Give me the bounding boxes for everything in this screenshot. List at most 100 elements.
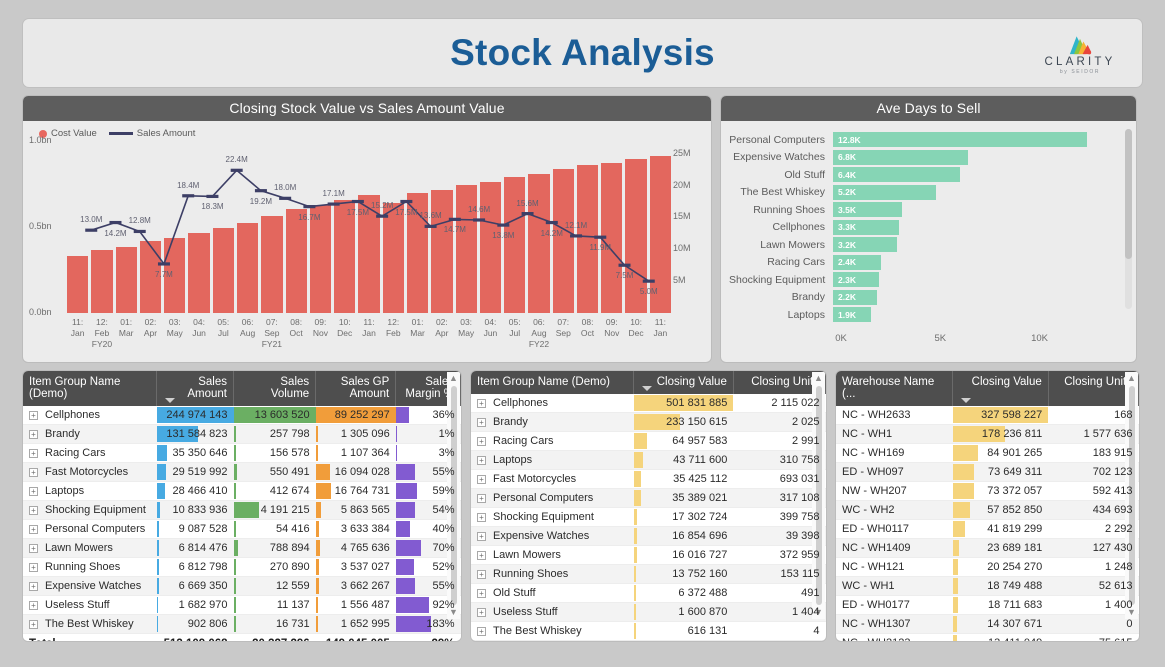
- ave-days-bar[interactable]: 6.8K: [833, 149, 968, 165]
- ave-days-bar[interactable]: 12.8K: [833, 132, 1088, 148]
- ave-days-row[interactable]: Expensive Watches 6.8K: [729, 149, 1122, 167]
- table-row[interactable]: + Running Shoes 6 812 798 270 890 3 537 027 5…: [23, 557, 461, 577]
- row-expander-icon[interactable]: +: [477, 550, 486, 560]
- table-row[interactable]: NC - WH1 178 236 811 1 577 636: [836, 424, 1139, 444]
- table-row[interactable]: + Lawn Mowers 16 016 727 372 959: [471, 545, 826, 565]
- col-sales-amount[interactable]: Sales Amount: [156, 371, 235, 406]
- ave-days-row[interactable]: The Best Whiskey 5.2K: [729, 184, 1122, 202]
- col-sales-volume[interactable]: Sales Volume: [233, 371, 317, 406]
- table-row[interactable]: WC - WH2 57 852 850 434 693: [836, 500, 1139, 520]
- row-expander-icon[interactable]: +: [477, 398, 486, 408]
- table-row[interactable]: + Fast Motorcycles 35 425 112 693 031: [471, 469, 826, 489]
- scroll-up-icon[interactable]: ▲: [1127, 374, 1136, 383]
- row-expander-icon[interactable]: +: [477, 626, 486, 636]
- ave-days-scroll-thumb[interactable]: [1125, 129, 1132, 259]
- table-row[interactable]: + Cellphones 501 831 885 2 115 022: [471, 394, 826, 413]
- row-expander-icon[interactable]: +: [29, 524, 38, 534]
- row-expander-icon[interactable]: +: [29, 486, 38, 496]
- ave-days-bar[interactable]: 2.3K: [833, 272, 879, 288]
- row-expander-icon[interactable]: +: [29, 467, 38, 477]
- col-item-group-name[interactable]: Item Group Name (Demo): [471, 371, 635, 394]
- row-expander-icon[interactable]: +: [477, 436, 486, 446]
- table-row[interactable]: NC - WH1409 23 689 181 127 430: [836, 538, 1139, 558]
- table-row[interactable]: NC - WH121 20 254 270 1 248: [836, 557, 1139, 577]
- table-row[interactable]: NC - WH169 84 901 265 183 915: [836, 443, 1139, 463]
- ave-days-row[interactable]: Laptops 1.9K: [729, 306, 1122, 324]
- table-row[interactable]: + Brandy 233 150 615 2 025: [471, 412, 826, 432]
- col-item-group-name[interactable]: Item Group Name (Demo): [23, 371, 157, 406]
- ave-days-row[interactable]: Brandy 2.2K: [729, 289, 1122, 307]
- ave-days-bar[interactable]: 2.2K: [833, 289, 877, 305]
- ave-days-row[interactable]: Old Stuff 6.4K: [729, 166, 1122, 184]
- row-expander-icon[interactable]: +: [29, 448, 38, 458]
- ave-days-row[interactable]: Running Shoes 3.5K: [729, 201, 1122, 219]
- row-expander-icon[interactable]: +: [477, 474, 486, 484]
- table-row[interactable]: NC - WH2123 13 411 049 75 615: [836, 633, 1139, 641]
- table-row[interactable]: + Cellphones 244 974 143 13 603 520 89 252 2…: [23, 406, 461, 425]
- row-expander-icon[interactable]: +: [477, 588, 486, 598]
- table-row[interactable]: + Running Shoes 13 752 160 153 115: [471, 564, 826, 584]
- table-row[interactable]: + Laptops 43 711 600 310 758: [471, 450, 826, 470]
- table-row[interactable]: + Lawn Mowers 6 814 476 788 894 4 765 636 70%: [23, 538, 461, 558]
- row-expander-icon[interactable]: +: [29, 505, 38, 515]
- table-row[interactable]: NW - WH207 73 372 057 592 413: [836, 481, 1139, 501]
- ave-days-row[interactable]: Racing Cars 2.4K: [729, 254, 1122, 272]
- col-closing-value[interactable]: Closing Value: [633, 371, 734, 394]
- table-row[interactable]: + Brandy 131 584 823 257 798 1 305 096 1%: [23, 424, 461, 444]
- table-row[interactable]: + Racing Cars 35 350 646 156 578 1 107 364 3%: [23, 443, 461, 463]
- table-row[interactable]: + Laptops 28 466 410 412 674 16 764 731 59%: [23, 481, 461, 501]
- table-row[interactable]: ED - WH0177 18 711 683 1 400: [836, 595, 1139, 615]
- ave-days-row[interactable]: Personal Computers 12.8K: [729, 131, 1122, 149]
- col-warehouse-name[interactable]: Warehouse Name (...: [836, 371, 954, 406]
- table-row[interactable]: + Shocking Equipment 10 833 936 4 191 215 5 …: [23, 500, 461, 520]
- row-expander-icon[interactable]: +: [477, 607, 486, 617]
- table-row[interactable]: NC - WH2633 327 598 227 168: [836, 406, 1139, 425]
- ave-days-row[interactable]: Lawn Mowers 3.2K: [729, 236, 1122, 254]
- row-expander-icon[interactable]: +: [29, 543, 38, 553]
- table-row[interactable]: + Useless Stuff 1 682 970 11 137 1 556 487 92…: [23, 595, 461, 615]
- ave-days-bar[interactable]: 3.5K: [833, 202, 903, 218]
- table-row[interactable]: NC - WH1307 14 307 671 0: [836, 614, 1139, 634]
- ave-days-bar[interactable]: 1.9K: [833, 307, 871, 323]
- table-row[interactable]: + Personal Computers 35 389 021 317 108: [471, 488, 826, 508]
- table-row[interactable]: + Old Stuff 6 372 488 491: [471, 583, 826, 603]
- ave-days-scrollbar[interactable]: [1125, 129, 1132, 309]
- table-row[interactable]: + Personal Computers 9 087 528 54 416 3 633 …: [23, 519, 461, 539]
- legend-item-sales-amount[interactable]: Sales Amount: [108, 128, 195, 139]
- table-row[interactable]: + Expensive Watches 16 854 696 39 398: [471, 526, 826, 546]
- row-expander-icon[interactable]: +: [29, 562, 38, 572]
- col-sales-gp-amount[interactable]: Sales GP Amount: [315, 371, 397, 406]
- row-expander-icon[interactable]: +: [477, 455, 486, 465]
- table-row[interactable]: + Fast Motorcycles 29 519 992 550 491 16 094…: [23, 462, 461, 482]
- table-row[interactable]: WC - WH1 18 749 488 52 613: [836, 576, 1139, 596]
- table-row[interactable]: + The Best Whiskey 902 806 16 731 1 652 995 1…: [23, 614, 461, 634]
- scroll-up-icon[interactable]: ▲: [814, 374, 823, 383]
- row-expander-icon[interactable]: +: [477, 531, 486, 541]
- ave-days-bar[interactable]: 6.4K: [833, 167, 961, 183]
- ave-days-row[interactable]: Shocking Equipment 2.3K: [729, 271, 1122, 289]
- row-expander-icon[interactable]: +: [29, 581, 38, 591]
- col-closing-value[interactable]: Closing Value: [952, 371, 1049, 406]
- cell-item-group-name: + Personal Computers: [23, 519, 157, 539]
- row-expander-icon[interactable]: +: [477, 493, 486, 503]
- table-row[interactable]: + Racing Cars 64 957 583 2 991: [471, 431, 826, 451]
- row-expander-icon[interactable]: +: [29, 600, 38, 610]
- ave-days-bar[interactable]: 5.2K: [833, 184, 937, 200]
- row-expander-icon[interactable]: +: [477, 417, 486, 427]
- scroll-up-icon[interactable]: ▲: [449, 374, 458, 383]
- ave-days-bar[interactable]: 3.2K: [833, 237, 897, 253]
- ave-days-bar[interactable]: 2.4K: [833, 254, 881, 270]
- table-row[interactable]: + Expensive Watches 6 669 350 12 559 3 662 2…: [23, 576, 461, 596]
- table-row[interactable]: + Useless Stuff 1 600 870 1 404: [471, 602, 826, 622]
- table-row[interactable]: ED - WH097 73 649 311 702 123: [836, 462, 1139, 482]
- row-expander-icon[interactable]: +: [29, 429, 38, 439]
- ave-days-row[interactable]: Cellphones 3.3K: [729, 219, 1122, 237]
- row-expander-icon[interactable]: +: [29, 410, 38, 420]
- table-row[interactable]: + The Best Whiskey 616 131 4: [471, 621, 826, 641]
- table-row[interactable]: + Shocking Equipment 17 302 724 399 758: [471, 507, 826, 527]
- ave-days-bar[interactable]: 3.3K: [833, 219, 899, 235]
- row-expander-icon[interactable]: +: [477, 569, 486, 579]
- row-expander-icon[interactable]: +: [477, 512, 486, 522]
- row-expander-icon[interactable]: +: [29, 619, 38, 629]
- table-row[interactable]: ED - WH0117 41 819 299 2 292: [836, 519, 1139, 539]
